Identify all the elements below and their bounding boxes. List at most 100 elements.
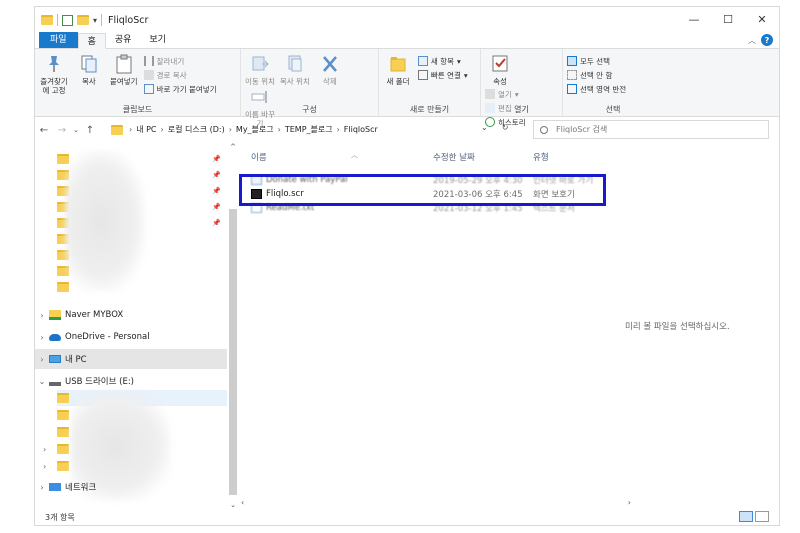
file-row[interactable]: ReadMe.txt 2021-03-12 오후 1:45 텍스트 문서 — [251, 201, 621, 214]
horizontal-scrollbar[interactable]: ‹ › — [241, 497, 631, 507]
new-item-icon — [417, 56, 428, 66]
separator — [101, 14, 103, 26]
breadcrumb-separator-icon[interactable]: › — [161, 125, 164, 134]
breadcrumb-my-blog[interactable]: My_블로그 — [236, 124, 274, 135]
large-icons-view-icon[interactable] — [755, 511, 769, 522]
cut-button[interactable]: 잘라내기 — [143, 55, 217, 67]
select-group-label: 선택 — [605, 105, 621, 114]
help-icon[interactable]: ? — [761, 34, 773, 46]
details-view-icon[interactable] — [739, 511, 753, 522]
collapse-chevron-icon[interactable]: ⌄ — [35, 377, 49, 386]
column-header-modified[interactable]: 수정한 날짜 — [433, 151, 475, 163]
folder-icon — [57, 393, 69, 403]
address-row: ← → ⌄ ↑ › 내 PC › 로컬 디스크 (D:) › My_블로그 › … — [35, 119, 779, 141]
column-header-type[interactable]: 유형 — [533, 151, 549, 163]
column-header-name[interactable]: 이름 ︿ — [251, 151, 358, 163]
close-button[interactable]: ✕ — [745, 7, 779, 31]
select-all-icon — [567, 56, 577, 66]
expand-chevron-icon[interactable]: › — [35, 483, 49, 492]
forward-arrow-icon[interactable]: → — [53, 125, 71, 136]
delete-x-icon — [322, 56, 337, 72]
copy-path-icon — [143, 70, 154, 80]
scissors-icon — [143, 56, 154, 66]
scroll-up-arrow-icon[interactable]: ^ — [228, 143, 238, 151]
file-type: 화면 보호기 — [533, 189, 575, 200]
new-item-button[interactable]: 새 항목 ▾ — [417, 55, 468, 67]
delete-button[interactable]: 삭제 — [315, 53, 345, 86]
item-count: 3개 항목 — [45, 512, 75, 522]
new-group: 새 폴더 새 항목 ▾ 빠른 연결 ▾ 새로 만들기 — [379, 49, 481, 117]
scroll-left-arrow-icon[interactable]: ‹ — [241, 498, 244, 507]
open-button[interactable]: 열기 ▾ — [485, 88, 526, 100]
new-folder-icon[interactable] — [77, 15, 89, 25]
tab-view[interactable]: 보기 — [140, 32, 175, 48]
breadcrumb-separator-icon[interactable]: › — [337, 125, 340, 134]
minimize-button[interactable]: — — [677, 7, 711, 31]
nav-item-usb-drive[interactable]: ⌄ USB 드라이브 (E:) — [35, 371, 227, 391]
maximize-button[interactable]: ☐ — [711, 7, 745, 31]
copy-to-button[interactable]: 복사 위치 — [280, 53, 310, 86]
collapse-ribbon-chevron-icon[interactable]: ︿ — [748, 35, 756, 46]
file-row[interactable]: Fliqlo.scr 2021-03-06 오후 6:45 화면 보호기 — [251, 187, 621, 200]
nav-item-naver-mybox[interactable]: › Naver MYBOX — [35, 305, 227, 325]
nav-scrollbar-thumb[interactable] — [229, 209, 237, 495]
paste-button[interactable]: 붙여넣기 — [109, 53, 139, 86]
address-history-chevron-icon[interactable]: ⌄ — [481, 123, 488, 132]
nav-scrollbar[interactable]: ^ ⌄ — [228, 143, 238, 509]
properties-icon[interactable] — [62, 14, 73, 26]
breadcrumb-separator-icon[interactable]: › — [278, 125, 281, 134]
file-modified: 2021-03-12 오후 1:45 — [433, 203, 523, 214]
search-input[interactable]: FliqloScr 검색 — [533, 120, 769, 139]
tab-home[interactable]: 홈 — [77, 33, 106, 49]
recent-locations-chevron-icon[interactable]: ⌄ — [71, 126, 81, 134]
dropdown-arrow-icon: ▾ — [463, 70, 468, 80]
pin-icon: 📌 — [212, 203, 221, 211]
organize-group: 이동 위치 복사 위치 삭제 이름 바꾸기 구성 — [241, 49, 379, 128]
properties-button[interactable]: 속성 — [485, 53, 515, 86]
scroll-down-arrow-icon[interactable]: ⌄ — [228, 501, 238, 509]
file-row[interactable]: Donate with PayPal 2019-05-29 오후 4:30 인터… — [251, 173, 621, 186]
breadcrumb-this-pc[interactable]: 내 PC — [136, 124, 156, 135]
tab-file[interactable]: 파일 — [39, 32, 78, 48]
tab-share[interactable]: 공유 — [106, 32, 141, 48]
select-none-icon — [567, 70, 577, 80]
move-to-button[interactable]: 이동 위치 — [245, 53, 275, 86]
pin-quick-access-button[interactable]: 즐겨찾기에 고정 — [39, 53, 69, 95]
breadcrumb-separator-icon[interactable]: › — [229, 125, 232, 134]
pin-icon — [49, 56, 59, 72]
refresh-icon[interactable]: ↻ — [502, 123, 509, 132]
expand-chevron-icon[interactable]: › — [35, 355, 49, 364]
internet-shortcut-icon — [251, 174, 262, 185]
nav-item-network[interactable]: › 네트워크 — [35, 477, 227, 497]
folder-icon — [57, 461, 69, 471]
select-all-button[interactable]: 모두 선택 — [567, 55, 626, 67]
new-folder-button[interactable]: 새 폴더 — [383, 53, 413, 86]
expand-chevron-icon[interactable]: › — [35, 333, 49, 342]
breadcrumb-temp-blog[interactable]: TEMP_블로그 — [285, 124, 333, 135]
breadcrumb-fliqloscr[interactable]: FliqloScr — [344, 125, 378, 134]
paste-shortcut-button[interactable]: 바로 가기 붙여넣기 — [143, 83, 217, 95]
quick-access-toolbar: ▾ — [35, 14, 103, 26]
scroll-right-arrow-icon[interactable]: › — [628, 498, 631, 507]
new-small-buttons: 새 항목 ▾ 빠른 연결 ▾ — [417, 55, 468, 81]
up-arrow-icon[interactable]: ↑ — [81, 125, 99, 136]
easy-access-button[interactable]: 빠른 연결 ▾ — [417, 69, 468, 81]
preview-pane-message: 미리 볼 파일을 선택하십시오. — [625, 322, 730, 332]
customize-toolbar-arrow-icon[interactable]: ▾ — [93, 16, 97, 25]
nav-item-this-pc[interactable]: › 내 PC — [35, 349, 227, 369]
expand-chevron-icon[interactable]: › — [35, 311, 49, 320]
copy-button[interactable]: 복사 — [74, 53, 104, 86]
expand-chevron-icon[interactable]: › — [43, 445, 46, 454]
address-bar[interactable]: › 내 PC › 로컬 디스크 (D:) › My_블로그 › TEMP_블로그… — [111, 120, 503, 139]
clipboard-group: 즐겨찾기에 고정 복사 붙여넣기 잘라내기 경로 복사 바로 가기 붙여넣기 클… — [35, 49, 241, 117]
select-none-button[interactable]: 선택 안 함 — [567, 69, 626, 81]
expand-chevron-icon[interactable]: › — [43, 462, 46, 471]
usb-drive-icon — [49, 381, 61, 386]
copy-path-button[interactable]: 경로 복사 — [143, 69, 217, 81]
breadcrumb-separator-icon[interactable]: › — [129, 125, 132, 134]
breadcrumb-local-disk-d[interactable]: 로컬 디스크 (D:) — [168, 124, 225, 135]
nav-item-onedrive[interactable]: › OneDrive - Personal — [35, 327, 227, 347]
invert-selection-button[interactable]: 선택 영역 반전 — [567, 83, 626, 95]
back-arrow-icon[interactable]: ← — [35, 125, 53, 136]
paste-shortcut-icon — [143, 84, 154, 94]
